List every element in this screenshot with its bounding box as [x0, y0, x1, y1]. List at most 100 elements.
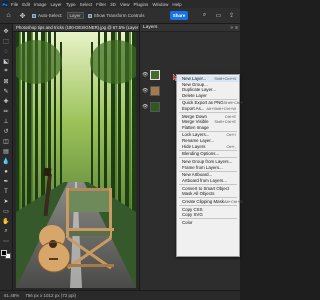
- menu-item-export-as[interactable]: Export As... Alt+Shift+Ctrl+W: [177, 106, 239, 112]
- menu-item-hide-layers[interactable]: Hide Layers Ctrl+,: [177, 144, 239, 150]
- healing-tool-button[interactable]: ✚: [1, 97, 11, 106]
- visibility-eye-icon[interactable]: 👁: [142, 72, 148, 78]
- path-select-tool-button[interactable]: ➤: [1, 197, 11, 206]
- layer-thumbnail: [150, 86, 160, 96]
- document-dimensions: 756 px x 1012 px (72 ppi): [25, 293, 77, 298]
- tools-panel: ✥ ⬚ ◌ ⬕ ⌗ ⊠ ✎ ✚ ✏ ⊥ ↺ ◫ ▤ 💧 ● ✒ T ➤ ▭ ✋ …: [0, 24, 13, 290]
- move-tool-button[interactable]: ✥: [1, 27, 11, 36]
- menu-item-frame-from-layers[interactable]: Frame from Layers...: [177, 165, 239, 171]
- menu-item-flatten-image[interactable]: Flatten Image: [177, 125, 239, 131]
- lasso-tool-button[interactable]: ◌: [1, 47, 11, 56]
- hand-tool-button[interactable]: ✋: [1, 217, 11, 226]
- panel-menu-icon[interactable]: ≡: [235, 25, 238, 31]
- share-arrow-icon[interactable]: ⇪: [227, 11, 236, 20]
- menu-plugins[interactable]: Plugins: [134, 2, 149, 7]
- menu-item-label: Frame from Layers...: [182, 164, 223, 170]
- dodge-tool-button[interactable]: ●: [1, 167, 11, 176]
- zoom-tool-button[interactable]: ⌕: [1, 227, 11, 236]
- show-transform-label: Show Transform Controls: [93, 13, 145, 18]
- auto-select-target-dropdown[interactable]: Layer: [66, 12, 84, 19]
- collapse-icon[interactable]: »: [230, 25, 233, 31]
- layer-row[interactable]: 👁: [142, 68, 176, 82]
- menu-item-delete-layer[interactable]: Delete Layer: [177, 93, 239, 99]
- home-icon[interactable]: ⌂: [4, 11, 13, 20]
- frame-tool-button[interactable]: ⊠: [1, 77, 11, 86]
- menu-item-label: Copy SVG: [182, 212, 203, 218]
- history-brush-tool-button[interactable]: ↺: [1, 127, 11, 136]
- visibility-eye-icon[interactable]: 👁: [142, 104, 148, 110]
- layer-row[interactable]: 👁: [142, 100, 176, 114]
- menu-item-mask-all-objects[interactable]: Mask All Objects: [177, 191, 239, 197]
- type-tool-button[interactable]: T: [1, 187, 11, 196]
- mouse-cursor-icon: [173, 74, 179, 81]
- layer-row[interactable]: 👁: [142, 84, 176, 98]
- menu-item-copy-svg[interactable]: Copy SVG: [177, 212, 239, 218]
- document-image[interactable]: [16, 32, 136, 288]
- menu-item-shortcut: Shift+Ctrl+E: [214, 119, 236, 125]
- menu-item-label: Create Clipping Mask: [182, 198, 224, 204]
- menu-layer[interactable]: Layer: [51, 2, 62, 7]
- menu-item-artboard-from-layers[interactable]: Artboard from Layers...: [177, 178, 239, 184]
- eraser-tool-button[interactable]: ◫: [1, 137, 11, 146]
- menu-item-label: Blending Options...: [182, 151, 220, 157]
- layers-panel-title[interactable]: Layers: [143, 25, 157, 30]
- visibility-eye-icon[interactable]: 👁: [142, 88, 148, 94]
- menu-filter[interactable]: Filter: [96, 2, 106, 7]
- workspace-icon[interactable]: ▭: [214, 11, 223, 20]
- menu-image[interactable]: Image: [34, 2, 47, 7]
- more-tools-button[interactable]: ⋯: [1, 237, 11, 246]
- menu-type[interactable]: Type: [66, 2, 76, 7]
- menu-view[interactable]: View: [120, 2, 130, 7]
- auto-select-checkbox[interactable]: [32, 13, 36, 18]
- photoshop-logo: Ps: [2, 1, 8, 7]
- gradient-tool-button[interactable]: ▤: [1, 147, 11, 156]
- layer-context-menu: New Layer... Shift+Ctrl+N New Group... Du…: [176, 74, 243, 257]
- menu-item-label: Export As...: [182, 105, 205, 111]
- panel-header-icons: » ≡: [228, 24, 238, 32]
- menu-help[interactable]: Help: [172, 2, 181, 7]
- blur-tool-button[interactable]: 💧: [1, 157, 11, 166]
- menu-item-label: Artboard from Layers...: [182, 177, 227, 183]
- auto-select-label: Auto-Select:: [38, 13, 63, 18]
- canvas-area[interactable]: [13, 32, 139, 290]
- menu-file[interactable]: File: [11, 2, 18, 7]
- marquee-tool-button[interactable]: ⬚: [1, 37, 11, 46]
- menu-item-shortcut: Shift+Ctrl+N: [214, 76, 236, 81]
- document-title: Photoshop tips and tricks (180-DESIGNER)…: [16, 25, 139, 30]
- status-bar: 61.48% 756 px x 1012 px (72 ppi): [0, 290, 240, 300]
- search-icon[interactable]: ⌕: [200, 11, 209, 20]
- brush-tool-button[interactable]: ✏: [1, 107, 11, 116]
- show-transform-checkbox[interactable]: [87, 13, 92, 18]
- color-swatches[interactable]: [1, 250, 11, 259]
- menu-edit[interactable]: Edit: [22, 2, 30, 7]
- layer-thumbnail: [150, 70, 160, 80]
- document-tab[interactable]: Photoshop tips and tricks (180-DESIGNER)…: [13, 24, 139, 32]
- eyedropper-tool-button[interactable]: ✎: [1, 87, 11, 96]
- shape-tool-button[interactable]: ▭: [1, 207, 11, 216]
- menu-item-shortcut: Alt+Ctrl+G: [223, 198, 243, 204]
- menu-item-create-clipping-mask[interactable]: Create Clipping Mask Alt+Ctrl+G: [177, 198, 243, 205]
- move-tool-icon[interactable]: ✥: [18, 11, 27, 20]
- layer-thumbnail: [150, 102, 160, 112]
- menu-item-label: Delete Layer: [182, 92, 207, 98]
- pen-tool-button[interactable]: ✒: [1, 177, 11, 186]
- zoom-level[interactable]: 61.48%: [4, 293, 19, 298]
- menu-item-shortcut: Alt+Shift+Ctrl+W: [206, 105, 236, 111]
- menu-item-label: Flatten Image: [182, 124, 209, 130]
- menu-bar: Ps File Edit Image Layer Type Select Fil…: [0, 0, 240, 8]
- menu-select[interactable]: Select: [80, 2, 93, 7]
- menu-item-shortcut: Ctrl+,: [226, 143, 236, 149]
- stamp-tool-button[interactable]: ⊥: [1, 117, 11, 126]
- options-bar: ⌂ ✥ Auto-Select: Layer Show Transform Co…: [0, 8, 240, 24]
- share-button[interactable]: Share: [170, 11, 188, 20]
- menu-item-blending-options[interactable]: Blending Options...: [177, 151, 239, 157]
- crop-tool-button[interactable]: ⌗: [1, 67, 11, 76]
- object-select-tool-button[interactable]: ⬕: [1, 57, 11, 66]
- menu-3d[interactable]: 3D: [110, 2, 116, 7]
- menu-window[interactable]: Window: [152, 2, 168, 7]
- menu-item-label: Mask All Objects: [182, 191, 215, 197]
- menu-item-color[interactable]: Color: [177, 220, 239, 226]
- menu-item-label: Color: [182, 219, 193, 225]
- layers-panel-header: Layers: [140, 24, 240, 32]
- foreground-color-swatch[interactable]: [1, 250, 7, 256]
